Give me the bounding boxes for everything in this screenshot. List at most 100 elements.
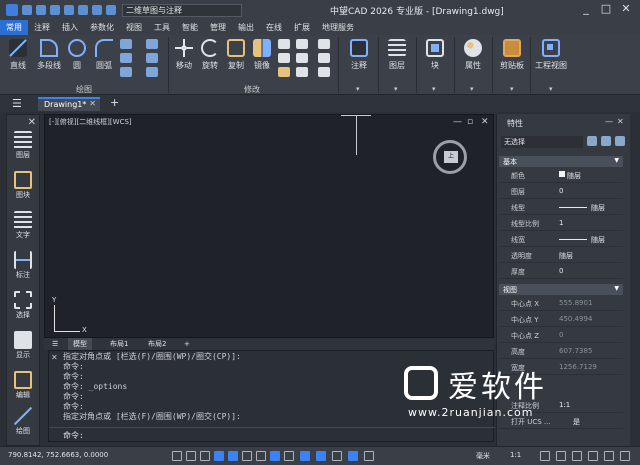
rectangle-icon[interactable]	[120, 39, 132, 49]
rotate-button[interactable]: 旋转	[198, 39, 222, 71]
tab-add-layout[interactable]: +	[184, 338, 190, 350]
otrack-icon[interactable]	[242, 451, 252, 461]
transparency-icon[interactable]	[300, 451, 310, 461]
isolate-objects-icon[interactable]	[588, 451, 598, 461]
new-file-icon[interactable]	[22, 5, 32, 15]
basic-section-header[interactable]: 基本 ▼	[499, 156, 623, 167]
palette-close-icon[interactable]: ✕	[28, 117, 36, 128]
tool-display[interactable]: 显示	[7, 331, 39, 360]
units-select[interactable]: 毫米	[476, 451, 490, 461]
block-dropdown-icon[interactable]: ▾	[432, 85, 436, 93]
drawing-view-dropdown-icon[interactable]: ▾	[549, 85, 553, 93]
layer-dropdown-icon[interactable]: ▾	[394, 85, 398, 93]
viewport-minimize-button[interactable]: —	[453, 117, 462, 127]
viewcube[interactable]: 上	[433, 140, 467, 174]
quick-properties-icon[interactable]	[348, 451, 358, 461]
new-tab-button[interactable]: +	[110, 96, 119, 109]
tool-draw[interactable]: 绘图	[7, 407, 39, 436]
scale-icon[interactable]	[278, 53, 290, 63]
properties-close-icon[interactable]: ✕	[617, 117, 624, 126]
prop-row-lineweight[interactable]: 线宽 随层	[499, 232, 623, 247]
prop-row-transparency[interactable]: 透明度 随层	[499, 248, 623, 263]
workspace-icon[interactable]	[556, 451, 566, 461]
draw-group-label[interactable]: 绘图	[76, 84, 92, 95]
close-button[interactable]: ✕	[618, 2, 634, 16]
copy-button[interactable]: 复制	[224, 39, 248, 71]
customize-menu-icon[interactable]	[620, 451, 630, 461]
prop-row-center-y[interactable]: 中心点 Y 450.4994	[499, 312, 623, 327]
save-icon[interactable]	[50, 5, 60, 15]
modify-group-label[interactable]: 修改	[244, 84, 260, 95]
viewport-label[interactable]: [-][俯视][二维线框][WCS]	[49, 117, 132, 127]
explode-icon[interactable]	[318, 53, 330, 63]
annotation-visibility-icon[interactable]	[540, 451, 550, 461]
properties-minimize-icon[interactable]: —	[605, 117, 613, 126]
layer-panel-button[interactable]: 图层	[382, 39, 412, 71]
object-snap-icon[interactable]	[228, 451, 238, 461]
drawing-view-panel-button[interactable]: 工程视图	[534, 39, 568, 71]
tool-block[interactable]: 图块	[7, 171, 39, 200]
grid-display-icon[interactable]	[172, 451, 182, 461]
selection-cycling-icon[interactable]	[316, 451, 326, 461]
menu-home[interactable]: 常用	[0, 20, 28, 35]
tool-edit[interactable]: 编辑	[7, 371, 39, 400]
workspace-select[interactable]: 二维草图与注释	[122, 3, 242, 17]
menu-parametric[interactable]: 参数化	[84, 20, 120, 35]
block-panel-button[interactable]: 块	[420, 39, 450, 71]
layout-menu-icon[interactable]: ☰	[52, 338, 58, 350]
viewport-close-button[interactable]: ✕	[481, 117, 489, 127]
annotate-panel-button[interactable]: 注释	[344, 39, 374, 71]
point-icon[interactable]	[146, 53, 158, 63]
open-file-icon[interactable]	[36, 5, 46, 15]
selection-filter-icon[interactable]	[364, 451, 374, 461]
hatch-icon[interactable]	[120, 67, 132, 77]
undo-icon[interactable]	[92, 5, 102, 15]
lock-icon[interactable]	[572, 451, 582, 461]
menu-view[interactable]: 视图	[120, 20, 148, 35]
array-icon[interactable]	[278, 67, 290, 77]
select-objects-icon[interactable]	[601, 136, 611, 146]
properties-panel-button[interactable]: 属性	[458, 39, 488, 71]
region-icon[interactable]	[146, 67, 158, 77]
selection-select[interactable]: 无选择	[501, 136, 583, 148]
tab-layout1[interactable]: 布局1	[110, 338, 128, 350]
annotate-dropdown-icon[interactable]: ▾	[356, 85, 360, 93]
polyline-button[interactable]: 多段线	[34, 39, 64, 71]
ortho-mode-icon[interactable]	[200, 451, 210, 461]
annotation-scale-select[interactable]: 1:1	[510, 451, 521, 459]
pickadd-icon[interactable]	[615, 136, 625, 146]
menu-insert[interactable]: 插入	[56, 20, 84, 35]
print-icon[interactable]	[78, 5, 88, 15]
prop-row-height[interactable]: 高度 607.7385	[499, 344, 623, 359]
lineweight-icon[interactable]	[284, 451, 294, 461]
minimize-button[interactable]: _	[578, 2, 594, 16]
trim-icon[interactable]	[296, 39, 308, 49]
erase-icon[interactable]	[318, 67, 330, 77]
menu-hamburger-icon[interactable]: ☰	[12, 97, 22, 110]
dynamic-ucs-icon[interactable]	[256, 451, 266, 461]
tool-layer[interactable]: 图层	[7, 131, 39, 160]
close-tab-icon[interactable]: ✕	[89, 99, 96, 108]
view-section-header[interactable]: 视图 ▼	[499, 284, 623, 295]
tool-text[interactable]: 文字	[7, 211, 39, 240]
spline-icon[interactable]	[146, 39, 158, 49]
menu-geo-services[interactable]: 地理服务	[316, 20, 360, 35]
menu-smart[interactable]: 智能	[176, 20, 204, 35]
ellipse-icon[interactable]	[120, 53, 132, 63]
snap-mode-icon[interactable]	[186, 451, 196, 461]
quick-select-icon[interactable]	[587, 136, 597, 146]
command-close-icon[interactable]: ✕	[51, 353, 58, 362]
prop-row-thickness[interactable]: 厚度 0	[499, 264, 623, 279]
tab-layout2[interactable]: 布局2	[148, 338, 166, 350]
viewport-restore-button[interactable]: ▫	[467, 117, 473, 127]
polar-tracking-icon[interactable]	[214, 451, 224, 461]
offset-icon[interactable]	[318, 39, 330, 49]
extend-icon[interactable]	[296, 53, 308, 63]
redo-icon[interactable]	[106, 5, 116, 15]
document-tab[interactable]: Drawing1* ✕	[38, 97, 100, 111]
save-as-icon[interactable]	[64, 5, 74, 15]
maximize-button[interactable]: □	[598, 2, 614, 16]
prop-row-linetype[interactable]: 线型 随层	[499, 200, 623, 215]
prop-row-layer[interactable]: 图层 0	[499, 184, 623, 199]
prop-row-center-z[interactable]: 中心点 Z 0	[499, 328, 623, 343]
